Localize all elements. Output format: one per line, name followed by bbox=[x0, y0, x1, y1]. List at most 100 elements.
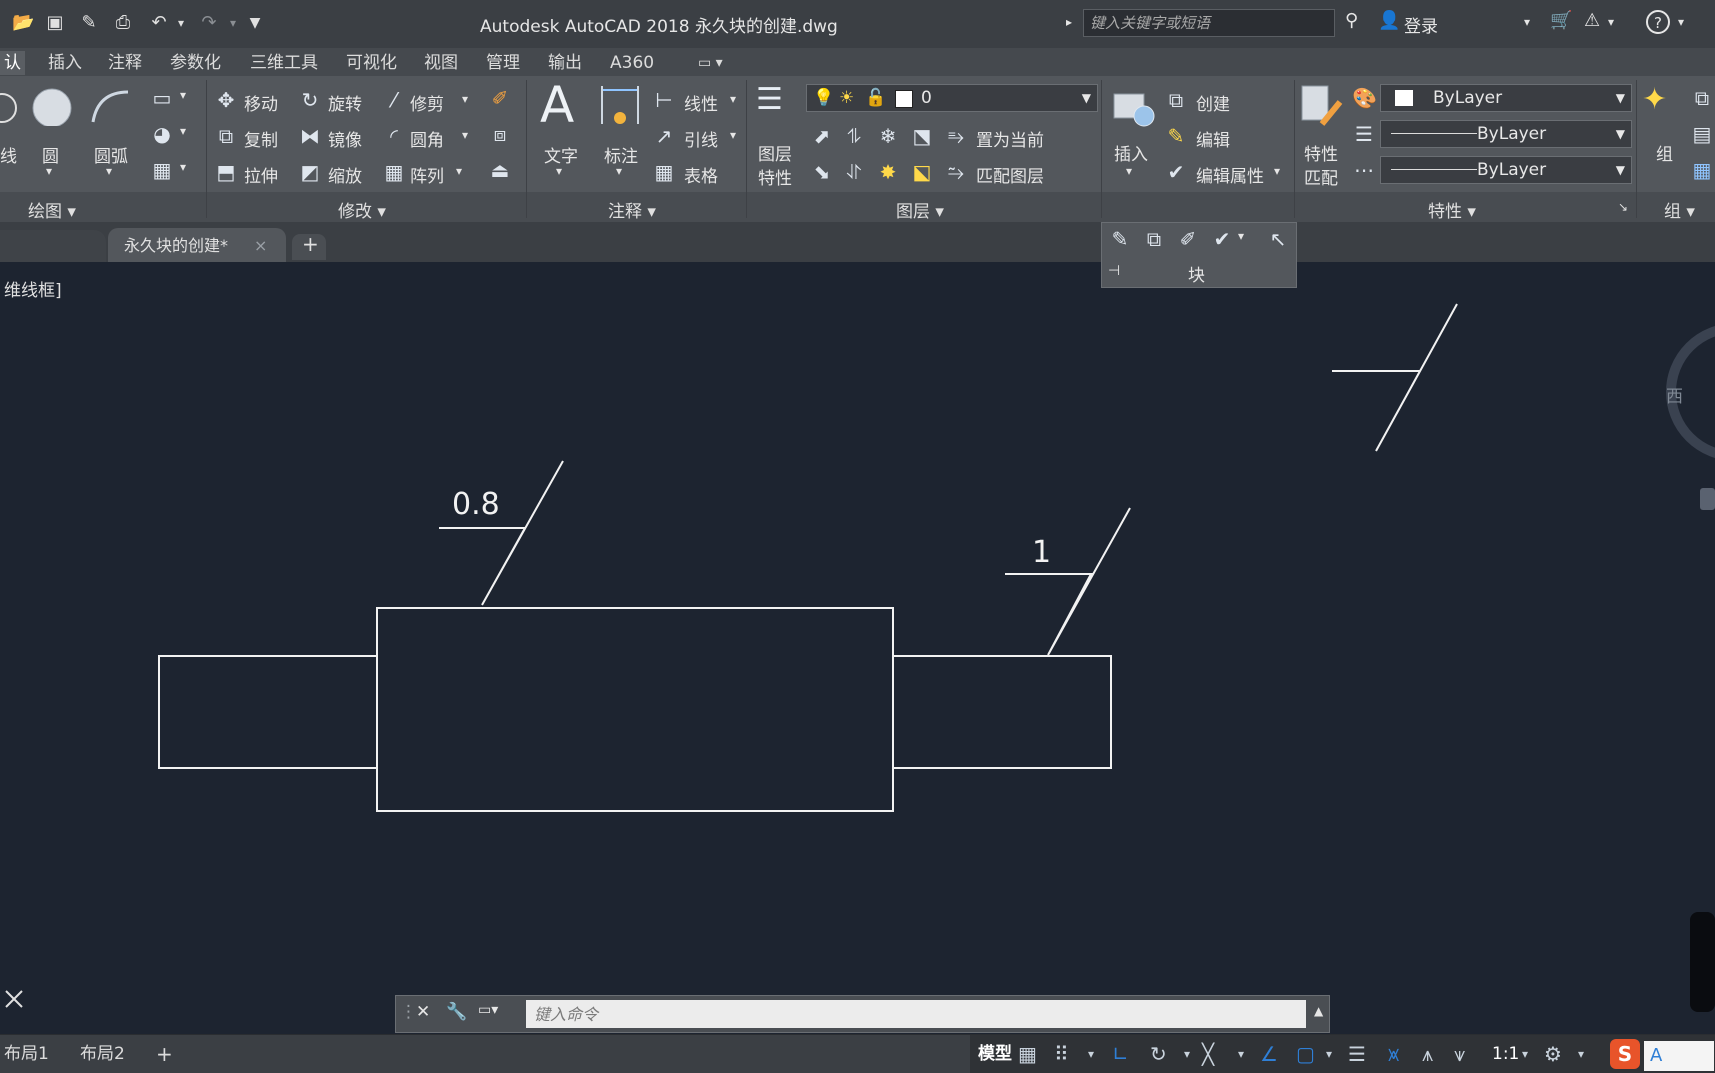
object-snap-icon[interactable]: ▢ bbox=[1296, 1042, 1315, 1066]
fillet-button[interactable]: 圆角 bbox=[410, 126, 444, 151]
tab-a360[interactable]: A360 bbox=[606, 51, 658, 75]
polar-icon[interactable]: ↻ bbox=[1150, 1042, 1167, 1066]
tab-visualize[interactable]: 可视化 bbox=[342, 51, 401, 75]
help-dropdown-icon[interactable]: ▾ bbox=[1678, 15, 1684, 29]
manage-attributes-icon[interactable]: ✔ bbox=[1210, 227, 1234, 251]
attributes-dropdown-icon[interactable]: ▾ bbox=[1238, 229, 1244, 243]
annotation-visibility-icon[interactable]: ⩙ bbox=[1388, 1042, 1399, 1066]
search-box[interactable] bbox=[1083, 9, 1335, 37]
arc-dropdown-icon[interactable]: ▾ bbox=[106, 164, 112, 178]
document-tab-label[interactable]: 永久块的创建* bbox=[124, 230, 228, 262]
close-command-history-icon[interactable] bbox=[5, 990, 23, 1008]
linear-dropdown-icon[interactable]: ▾ bbox=[730, 92, 736, 106]
ungroup-icon[interactable]: ⧉ bbox=[1690, 86, 1714, 110]
line-button[interactable]: 线 bbox=[0, 142, 17, 167]
dimension-dropdown-icon[interactable]: ▾ bbox=[616, 164, 622, 178]
workspace-gear-icon[interactable]: ⚙ bbox=[1544, 1042, 1562, 1066]
rect-dropdown-icon[interactable]: ▾ bbox=[180, 88, 186, 102]
draw-panel-title[interactable]: 绘图 ▾ bbox=[28, 197, 76, 222]
set-current-button[interactable]: 置为当前 bbox=[976, 126, 1044, 151]
grid-icon[interactable]: ▦ bbox=[1018, 1042, 1037, 1066]
add-layout-icon[interactable]: + bbox=[156, 1039, 173, 1069]
explode-icon[interactable]: ⧈ bbox=[488, 122, 512, 146]
match-properties-button-line2[interactable]: 匹配 bbox=[1304, 164, 1338, 189]
mirror-button[interactable]: 镜像 bbox=[328, 126, 362, 151]
customize-quick-access-icon[interactable]: ▼ bbox=[244, 12, 266, 34]
layer-thaw-icon[interactable]: ✸ bbox=[876, 160, 900, 184]
erase-icon[interactable]: ✐ bbox=[488, 86, 512, 110]
leader-button[interactable]: 引线 bbox=[684, 126, 718, 151]
undo-icon[interactable]: ↶ bbox=[148, 12, 170, 34]
layer-lock-icon[interactable]: ⬔ bbox=[910, 124, 934, 148]
leader-dropdown-icon[interactable]: ▾ bbox=[730, 128, 736, 142]
layer-dropdown[interactable]: 💡 ☀ 🔓 0 ▼ bbox=[806, 84, 1098, 112]
layers-panel-title[interactable]: 图层 ▾ bbox=[896, 197, 944, 222]
group-edit-icon[interactable]: ▤ bbox=[1690, 122, 1714, 146]
color-dropdown[interactable]: ByLayer ▼ bbox=[1380, 84, 1632, 112]
ortho-icon[interactable]: ∟ bbox=[1112, 1042, 1129, 1066]
region-dropdown-icon[interactable]: ▾ bbox=[180, 160, 186, 174]
copy-button[interactable]: 复制 bbox=[244, 126, 278, 151]
circle-dropdown-icon[interactable]: ▾ bbox=[46, 164, 52, 178]
edit-block-button[interactable]: 编辑 bbox=[1196, 126, 1230, 151]
save-icon[interactable]: ▣ bbox=[44, 12, 66, 34]
text-dropdown-icon[interactable]: ▾ bbox=[556, 164, 562, 178]
isodraft-dropdown-icon[interactable]: ▾ bbox=[1238, 1047, 1244, 1061]
properties-launcher-icon[interactable]: ↘ bbox=[1618, 200, 1628, 214]
lineweight-display-icon[interactable]: ☰ bbox=[1348, 1042, 1366, 1066]
insert-dropdown-icon[interactable]: ▾ bbox=[1126, 164, 1132, 178]
navigation-bar[interactable] bbox=[1690, 912, 1715, 1012]
edit-attributes-dropdown-icon[interactable]: ▾ bbox=[1274, 164, 1280, 178]
layer-on-icon[interactable]: ⬊ bbox=[810, 160, 834, 184]
edit-attributes-button[interactable]: 编辑属性 bbox=[1196, 162, 1264, 187]
match-layer-button[interactable]: 匹配图层 bbox=[976, 162, 1044, 187]
model-space-button[interactable]: 模型 bbox=[978, 1039, 1012, 1069]
tab-insert[interactable]: 插入 bbox=[44, 51, 86, 75]
search-input[interactable] bbox=[1084, 10, 1334, 36]
group-button[interactable]: 组 bbox=[1656, 140, 1673, 165]
login-link[interactable]: 登录 bbox=[1404, 12, 1438, 37]
rectangle-icon[interactable]: ▭ bbox=[150, 86, 174, 110]
layer-isolate-icon[interactable]: ⥮ bbox=[842, 124, 866, 148]
tab-output[interactable]: 输出 bbox=[544, 51, 586, 75]
group-panel-title[interactable]: 组 ▾ bbox=[1664, 197, 1695, 222]
annotation-panel-title[interactable]: 注释 ▾ bbox=[608, 197, 656, 222]
command-line-grip-icon[interactable]: ⋮ bbox=[400, 1002, 417, 1022]
tab-view[interactable]: 视图 bbox=[420, 51, 462, 75]
recent-commands-icon[interactable]: ▭▾ bbox=[478, 1002, 498, 1018]
scale-button[interactable]: 缩放 bbox=[328, 162, 362, 187]
array-button[interactable]: 阵列 bbox=[410, 162, 444, 187]
command-history-arrow-icon[interactable]: ▲ bbox=[1314, 1004, 1323, 1018]
tab-annotate[interactable]: 注释 bbox=[104, 51, 146, 75]
annotation-scale-value[interactable]: 1:1 bbox=[1492, 1039, 1519, 1069]
attribute-sync-icon[interactable]: ✐ bbox=[1176, 227, 1200, 251]
expand-arrow-icon[interactable]: ▸ bbox=[1066, 15, 1072, 29]
modify-panel-title[interactable]: 修改 ▾ bbox=[338, 197, 386, 222]
ribbon-minimize-icon[interactable]: ▭ ▾ bbox=[694, 51, 727, 75]
save-as-icon[interactable]: ✎ bbox=[78, 12, 100, 34]
tab-3d-tools[interactable]: 三维工具 bbox=[246, 51, 322, 75]
table-button[interactable]: 表格 bbox=[684, 162, 718, 187]
wcs-menu[interactable] bbox=[1700, 488, 1715, 510]
isodraft-icon[interactable]: ╳ bbox=[1202, 1042, 1214, 1066]
binoculars-icon[interactable]: ⚲ bbox=[1345, 10, 1358, 31]
object-snap-tracking-icon[interactable]: ∠ bbox=[1260, 1042, 1278, 1066]
login-dropdown-icon[interactable]: ▾ bbox=[1524, 15, 1530, 29]
define-attributes-icon[interactable]: ✎ bbox=[1108, 227, 1132, 251]
region-icon[interactable]: ▦ bbox=[150, 158, 174, 182]
tab-parametric[interactable]: 参数化 bbox=[166, 51, 225, 75]
polar-dropdown-icon[interactable]: ▾ bbox=[1184, 1047, 1190, 1061]
insert-button[interactable]: 插入 bbox=[1114, 140, 1148, 165]
layer-properties-button-line2[interactable]: 特性 bbox=[758, 164, 792, 189]
customize-icon[interactable]: 🔧 bbox=[446, 1002, 467, 1022]
cart-icon[interactable]: 🛒 bbox=[1550, 10, 1572, 31]
autoscale-icon[interactable]: ⩚ bbox=[1422, 1042, 1433, 1066]
user-icon[interactable]: 👤 bbox=[1378, 10, 1400, 31]
array-dropdown-icon[interactable]: ▾ bbox=[456, 164, 462, 178]
set-base-point-icon[interactable]: ↖ bbox=[1266, 227, 1290, 251]
lineweight-dropdown[interactable]: ByLayer ▼ bbox=[1380, 120, 1632, 148]
ime-mode-indicator[interactable]: A bbox=[1644, 1041, 1714, 1071]
a360-dropdown-icon[interactable]: ▾ bbox=[1608, 15, 1614, 29]
hatch-icon[interactable]: ◕ bbox=[150, 122, 174, 146]
block-editor-icon[interactable]: ⧉ bbox=[1142, 227, 1166, 251]
